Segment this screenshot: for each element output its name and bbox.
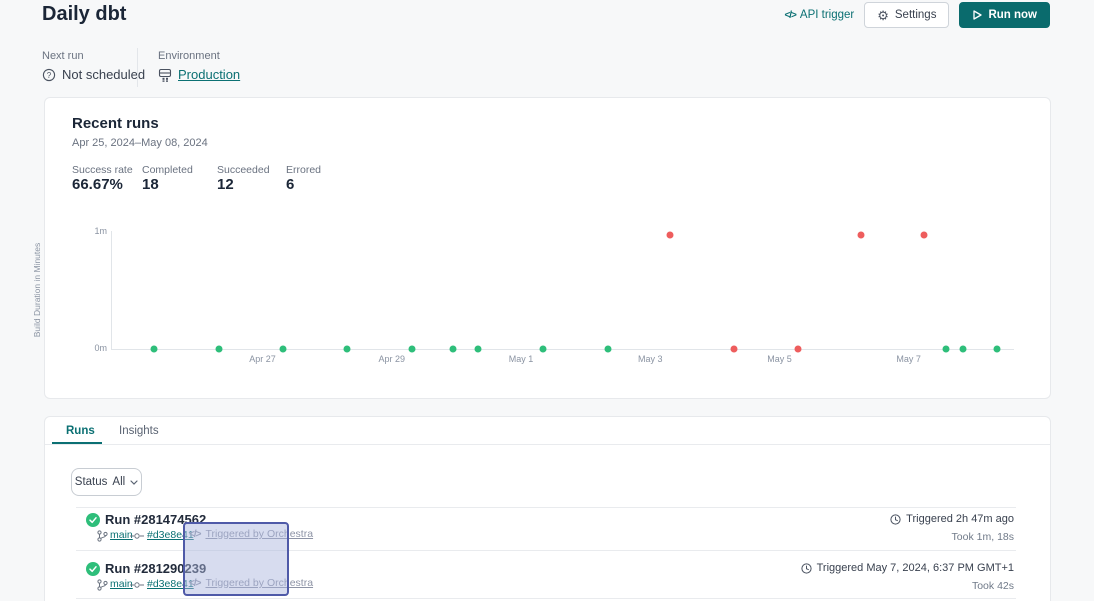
stat-value-success-rate: 66.67% bbox=[72, 176, 123, 193]
chart-run-point[interactable] bbox=[344, 346, 351, 353]
clock-icon bbox=[890, 514, 901, 525]
x-tick-label: Apr 29 bbox=[379, 354, 406, 364]
recent-runs-card: Recent runs Apr 25, 2024–May 08, 2024 Su… bbox=[44, 97, 1051, 399]
stat-label-completed: Completed bbox=[142, 164, 193, 176]
chart-run-point[interactable] bbox=[279, 346, 286, 353]
environment-link[interactable]: Production bbox=[178, 67, 240, 82]
x-tick-label: Apr 27 bbox=[249, 354, 276, 364]
trigger-link[interactable]: </> Triggered by Orchestra bbox=[189, 577, 313, 589]
trigger-label: Triggered by Orchestra bbox=[205, 577, 313, 589]
next-run-value: ? Not scheduled bbox=[42, 67, 145, 82]
stat-value-errored: 6 bbox=[286, 176, 294, 193]
trigger-label: Triggered by Orchestra bbox=[205, 528, 313, 540]
run-now-label: Run now bbox=[988, 9, 1037, 21]
run-title[interactable]: Run #281474562 bbox=[105, 512, 206, 527]
status-filter-dropdown[interactable]: Status All bbox=[71, 468, 142, 496]
tab-insights[interactable]: Insights bbox=[119, 425, 159, 437]
x-tick-label: May 3 bbox=[638, 354, 663, 364]
tab-runs[interactable]: Runs bbox=[66, 425, 95, 437]
chart-run-point[interactable] bbox=[605, 346, 612, 353]
run-duration: Took 1m, 18s bbox=[952, 531, 1014, 543]
chart-run-point[interactable] bbox=[857, 231, 864, 238]
meta-divider bbox=[137, 48, 138, 87]
code-icon: </> bbox=[189, 529, 200, 540]
chevron-down-icon bbox=[130, 480, 138, 485]
git-branch-icon bbox=[97, 579, 108, 591]
stat-label-success-rate: Success rate bbox=[72, 164, 133, 176]
git-commit-icon bbox=[130, 581, 144, 589]
run-now-button[interactable]: Run now bbox=[959, 2, 1050, 28]
triggered-time: Triggered 2h 47m ago bbox=[890, 513, 1014, 525]
list-divider bbox=[76, 598, 1016, 599]
status-filter-value: All bbox=[112, 476, 125, 488]
chart-run-point[interactable] bbox=[150, 346, 157, 353]
chart-run-point[interactable] bbox=[794, 346, 801, 353]
chart-run-point[interactable] bbox=[730, 346, 737, 353]
chart-run-point[interactable] bbox=[920, 231, 927, 238]
chart-run-point[interactable] bbox=[667, 231, 674, 238]
x-tick-label: May 1 bbox=[509, 354, 534, 364]
question-circle-icon: ? bbox=[42, 68, 56, 82]
chart-run-point[interactable] bbox=[942, 346, 949, 353]
chart-run-point[interactable] bbox=[959, 346, 966, 353]
stat-value-completed: 18 bbox=[142, 176, 159, 193]
tabs-divider bbox=[45, 444, 1050, 445]
api-trigger-label: API trigger bbox=[800, 9, 854, 21]
git-commit-icon bbox=[130, 532, 144, 540]
svg-text:?: ? bbox=[47, 70, 52, 79]
commit-link[interactable]: #d3e8e41 bbox=[147, 578, 194, 590]
chart-y-axis-label: Build Duration in Minutes bbox=[23, 230, 41, 350]
x-tick-label: May 7 bbox=[896, 354, 921, 364]
next-run-text: Not scheduled bbox=[62, 67, 145, 82]
settings-button[interactable]: ⚙ Settings bbox=[864, 2, 949, 28]
chart-run-point[interactable] bbox=[409, 346, 416, 353]
code-icon: </> bbox=[189, 578, 200, 589]
git-branch-icon bbox=[97, 530, 108, 542]
chart-run-point[interactable] bbox=[475, 346, 482, 353]
stat-label-succeeded: Succeeded bbox=[217, 164, 270, 176]
stat-value-succeeded: 12 bbox=[217, 176, 234, 193]
list-divider bbox=[76, 507, 1016, 508]
play-icon bbox=[972, 10, 982, 20]
success-check-icon bbox=[86, 513, 100, 527]
chart-run-point[interactable] bbox=[215, 346, 222, 353]
environment-label: Environment bbox=[158, 50, 220, 62]
run-title[interactable]: Run #281290239 bbox=[105, 561, 206, 576]
environment-value: Production bbox=[158, 67, 240, 82]
x-tick-label: May 5 bbox=[767, 354, 792, 364]
gear-icon: ⚙ bbox=[877, 9, 889, 22]
list-divider bbox=[76, 550, 1016, 551]
triggered-time: Triggered May 7, 2024, 6:37 PM GMT+1 bbox=[801, 562, 1014, 574]
run-duration: Took 42s bbox=[972, 580, 1014, 592]
status-filter-label: Status bbox=[75, 476, 108, 488]
header-actions: </> API trigger ⚙ Settings Run now bbox=[784, 2, 1050, 28]
chart-run-point[interactable] bbox=[539, 346, 546, 353]
next-run-label: Next run bbox=[42, 50, 84, 62]
clock-icon bbox=[801, 563, 812, 574]
trigger-link[interactable]: </> Triggered by Orchestra bbox=[189, 528, 313, 540]
page-title: Daily dbt bbox=[42, 3, 126, 26]
stat-label-errored: Errored bbox=[286, 164, 321, 176]
chart-run-point[interactable] bbox=[449, 346, 456, 353]
settings-label: Settings bbox=[895, 9, 937, 21]
chart-plot: Apr 27Apr 29May 1May 3May 5May 7 bbox=[111, 231, 1014, 350]
chart-run-point[interactable] bbox=[993, 346, 1000, 353]
code-icon: </> bbox=[784, 10, 795, 21]
recent-runs-date-range: Apr 25, 2024–May 08, 2024 bbox=[72, 137, 208, 149]
commit-link[interactable]: #d3e8e41 bbox=[147, 529, 194, 541]
y-tick-1m: 1m bbox=[67, 226, 107, 236]
environment-database-icon bbox=[158, 68, 172, 82]
recent-runs-title: Recent runs bbox=[72, 115, 159, 132]
y-tick-0m: 0m bbox=[67, 343, 107, 353]
success-check-icon bbox=[86, 562, 100, 576]
runs-card: Runs Insights Status All Run #281474562 … bbox=[44, 416, 1051, 601]
api-trigger-link[interactable]: </> API trigger bbox=[784, 9, 854, 21]
